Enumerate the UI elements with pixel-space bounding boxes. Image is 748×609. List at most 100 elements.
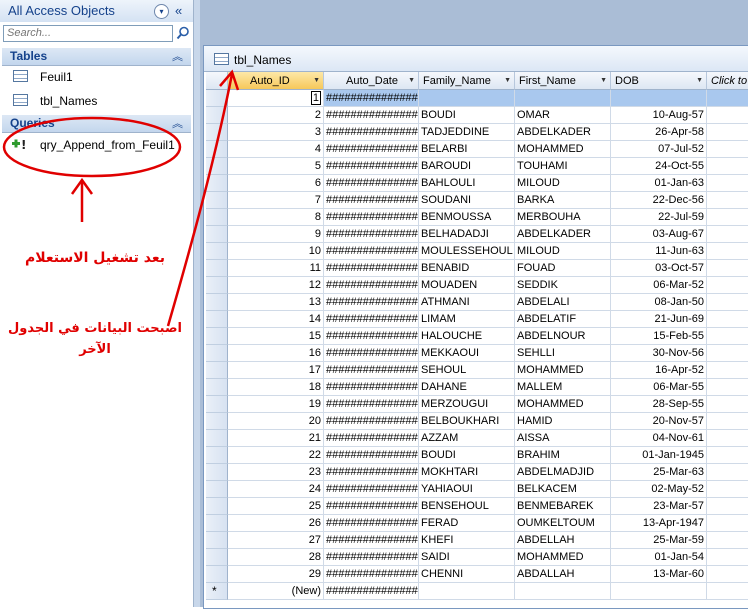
nav-item-feuil1[interactable]: Feuil1 [2, 66, 191, 88]
record-selector[interactable] [206, 107, 228, 124]
cell-auto-id[interactable]: 16 [228, 345, 324, 362]
cell-first-name[interactable]: ABDELATIF [515, 311, 611, 328]
cell-click-to-add[interactable] [707, 328, 748, 345]
cell-auto-id[interactable]: 25 [228, 498, 324, 515]
cell-family-name[interactable]: FERAD [419, 515, 515, 532]
cell-first-name[interactable]: ABDELMADJID [515, 464, 611, 481]
cell-family-name[interactable]: AZZAM [419, 430, 515, 447]
cell-first-name[interactable]: ABDELKADER [515, 124, 611, 141]
cell-dob[interactable]: 22-Dec-56 [611, 192, 707, 209]
record-selector[interactable] [206, 430, 228, 447]
cell-first-name[interactable]: HAMID [515, 413, 611, 430]
cell-auto-id[interactable]: 15 [228, 328, 324, 345]
cell-first-name[interactable]: ABDELKADER [515, 226, 611, 243]
cell-dob[interactable]: 01-Jan-63 [611, 175, 707, 192]
column-dropdown-icon[interactable]: ▼ [313, 72, 320, 89]
cell-click-to-add[interactable] [707, 243, 748, 260]
new-record-selector[interactable]: * [206, 583, 228, 600]
record-selector[interactable] [206, 243, 228, 260]
cell-auto-id[interactable]: 5 [228, 158, 324, 175]
cell-dob[interactable]: 06-Mar-55 [611, 379, 707, 396]
cell-auto-id[interactable]: 29 [228, 566, 324, 583]
cell-auto-id[interactable]: 18 [228, 379, 324, 396]
cell-dob[interactable]: 16-Apr-52 [611, 362, 707, 379]
column-dropdown-icon[interactable]: ▼ [504, 72, 511, 89]
cell-auto-id[interactable]: 27 [228, 532, 324, 549]
cell-auto-date[interactable]: ################ [324, 413, 419, 430]
group-header-tables[interactable]: Tables ︽ [2, 48, 191, 66]
cell-auto-date[interactable]: ################ [324, 294, 419, 311]
cell-family-name[interactable]: ATHMANI [419, 294, 515, 311]
cell-auto-date[interactable]: ################ [324, 532, 419, 549]
record-selector[interactable] [206, 277, 228, 294]
cell-auto-date[interactable]: ################ [324, 481, 419, 498]
cell-click-to-add[interactable] [707, 515, 748, 532]
cell-click-to-add[interactable] [707, 124, 748, 141]
cell-auto-id[interactable]: 26 [228, 515, 324, 532]
cell-click-to-add[interactable] [707, 226, 748, 243]
cell-auto-date[interactable]: ################ [324, 141, 419, 158]
cell-family-name[interactable]: MOUADEN [419, 277, 515, 294]
cell-auto-date[interactable]: ################ [324, 345, 419, 362]
cell-auto-date[interactable]: ################ [324, 430, 419, 447]
cell-family-name[interactable]: BOUDI [419, 107, 515, 124]
column-header-first-name[interactable]: First_Name ▼ [515, 72, 611, 90]
nav-header[interactable]: All Access Objects ▾ « [0, 0, 193, 22]
cell-click-to-add[interactable] [707, 532, 748, 549]
cell-click-to-add[interactable] [707, 209, 748, 226]
cell-auto-date[interactable]: ################ [324, 396, 419, 413]
cell-family-name[interactable]: MOULESSEHOUL [419, 243, 515, 260]
cell-auto-date[interactable]: ################ [324, 90, 419, 107]
record-selector[interactable] [206, 532, 228, 549]
collapse-chevron-icon[interactable]: ︽ [172, 48, 183, 64]
cell-auto-date[interactable]: ################ [324, 379, 419, 396]
nav-menu-chevron-icon[interactable]: ▾ [154, 4, 169, 19]
record-selector[interactable] [206, 379, 228, 396]
cell-family-name[interactable] [419, 583, 515, 600]
group-header-queries[interactable]: Queries ︽ [2, 115, 191, 133]
record-selector[interactable] [206, 158, 228, 175]
column-dropdown-icon[interactable]: ▼ [600, 72, 607, 89]
select-all-corner[interactable] [206, 72, 228, 90]
cell-click-to-add[interactable] [707, 158, 748, 175]
cell-auto-id[interactable]: 13 [228, 294, 324, 311]
cell-first-name[interactable]: MOHAMMED [515, 396, 611, 413]
record-selector[interactable] [206, 515, 228, 532]
column-dropdown-icon[interactable]: ▼ [408, 72, 415, 89]
column-header-dob[interactable]: DOB ▼ [611, 72, 707, 90]
cell-first-name[interactable]: SEDDIK [515, 277, 611, 294]
cell-auto-id[interactable]: 2 [228, 107, 324, 124]
record-selector[interactable] [206, 141, 228, 158]
cell-click-to-add[interactable] [707, 430, 748, 447]
nav-title[interactable]: All Access Objects [8, 3, 115, 18]
cell-dob[interactable]: 13-Mar-60 [611, 566, 707, 583]
cell-first-name[interactable]: BELKACEM [515, 481, 611, 498]
cell-first-name[interactable]: MOHAMMED [515, 549, 611, 566]
cell-family-name[interactable]: BENABID [419, 260, 515, 277]
cell-auto-id[interactable]: 24 [228, 481, 324, 498]
cell-auto-date[interactable]: ################ [324, 447, 419, 464]
cell-auto-id[interactable]: 20 [228, 413, 324, 430]
cell-click-to-add[interactable] [707, 107, 748, 124]
cell-family-name[interactable]: MEKKAOUI [419, 345, 515, 362]
cell-click-to-add[interactable] [707, 294, 748, 311]
record-selector[interactable] [206, 549, 228, 566]
cell-dob[interactable]: 30-Nov-56 [611, 345, 707, 362]
record-selector[interactable] [206, 396, 228, 413]
record-selector[interactable] [206, 566, 228, 583]
cell-auto-id[interactable]: 28 [228, 549, 324, 566]
cell-click-to-add[interactable] [707, 447, 748, 464]
cell-dob[interactable]: 15-Feb-55 [611, 328, 707, 345]
cell-family-name[interactable]: SEHOUL [419, 362, 515, 379]
cell-dob[interactable]: 07-Jul-52 [611, 141, 707, 158]
cell-dob[interactable]: 03-Oct-57 [611, 260, 707, 277]
column-header-auto-id[interactable]: Auto_ID ▼ [228, 72, 324, 90]
cell-first-name[interactable] [515, 90, 611, 107]
cell-family-name[interactable]: BELBOUKHARI [419, 413, 515, 430]
cell-auto-id[interactable]: 10 [228, 243, 324, 260]
cell-auto-id[interactable]: 23 [228, 464, 324, 481]
cell-click-to-add[interactable] [707, 90, 748, 107]
search-input[interactable] [3, 25, 173, 42]
cell-dob[interactable]: 03-Aug-67 [611, 226, 707, 243]
cell-click-to-add[interactable] [707, 311, 748, 328]
